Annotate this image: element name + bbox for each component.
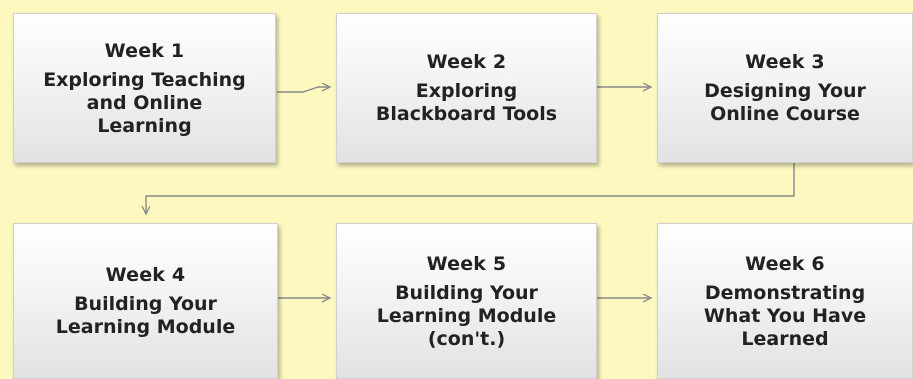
week-4-topic: Building Your Learning Module [55,293,236,338]
week-5-topic: Building Your Learning Module (con't.) [376,281,557,350]
week-2-topic: Exploring Blackboard Tools [375,80,558,125]
week-1-label: Week 1 [104,39,185,62]
week-5-box: Week 5 Building Your Learning Module (co… [336,223,597,379]
arrow-week1-to-week2 [277,87,330,93]
week-6-label: Week 6 [745,252,825,275]
flow-diagram: Week 1 Exploring Teaching and Online Lea… [0,0,913,379]
week-2-box: Week 2 Exploring Blackboard Tools [336,13,597,163]
week-2-label: Week 2 [426,51,507,73]
arrow-week3-to-week4 [146,163,795,214]
week-3-topic: Designing Your Online Course [704,80,866,125]
week-6-topic: Demonstrating What You Have Learned [703,281,867,350]
week-3-box: Week 3 Designing Your Online Course [657,13,913,163]
week-3-label: Week 3 [745,51,825,73]
week-1-box: Week 1 Exploring Teaching and Online Lea… [13,13,276,163]
week-1-topic: Exploring Teaching and Online Learning [43,68,246,137]
week-4-label: Week 4 [105,264,186,286]
week-4-box: Week 4 Building Your Learning Module [13,223,278,379]
week-6-box: Week 6 Demonstrating What You Have Learn… [657,223,913,379]
week-5-label: Week 5 [426,252,507,275]
